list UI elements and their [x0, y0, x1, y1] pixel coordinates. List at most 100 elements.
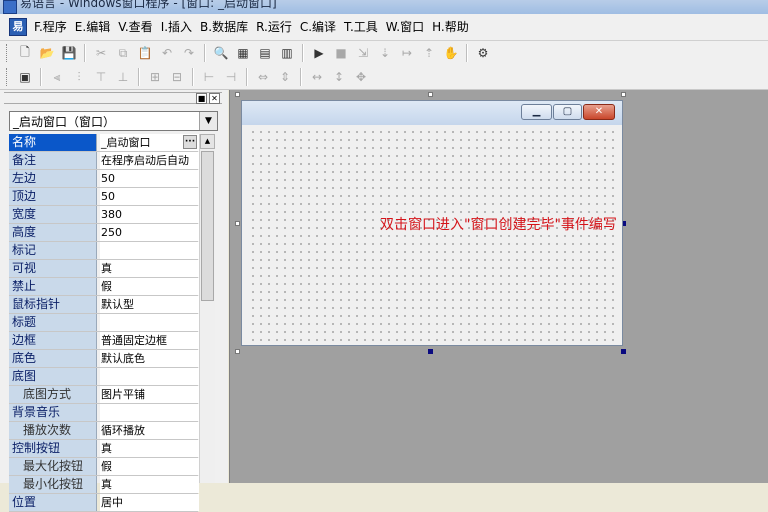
resize-handle[interactable]: [428, 349, 433, 354]
design-form[interactable]: ▁ ▢ ✕ 双击窗口进入"窗口创建完毕"事件编写: [241, 100, 623, 346]
debug-icon[interactable]: ⚙: [475, 45, 491, 61]
scroll-thumb[interactable]: [201, 151, 214, 301]
align-center-icon[interactable]: ⫶: [71, 69, 87, 85]
property-value[interactable]: [100, 368, 199, 385]
property-scrollbar[interactable]: ▲: [199, 134, 215, 483]
property-value[interactable]: 居中: [100, 494, 199, 511]
run-icon[interactable]: ▶: [311, 45, 327, 61]
property-value[interactable]: 普通固定边框: [100, 332, 199, 349]
undo-icon[interactable]: ↶: [159, 45, 175, 61]
property-row[interactable]: 最小化按钮真: [9, 476, 199, 494]
menu-item-2[interactable]: V.查看: [114, 14, 156, 40]
property-value[interactable]: 默认底色: [100, 350, 199, 367]
copy-icon[interactable]: ⧉: [115, 45, 131, 61]
property-value[interactable]: [100, 404, 199, 421]
redo-icon[interactable]: ↷: [181, 45, 197, 61]
property-value[interactable]: 默认型: [100, 296, 199, 313]
layout-3-icon[interactable]: ▥: [279, 45, 295, 61]
toolbar-grip[interactable]: [6, 44, 10, 62]
property-value[interactable]: 380: [100, 206, 199, 223]
property-row[interactable]: 备注 在程序启动后自动: [9, 152, 199, 170]
property-row[interactable]: 底图: [9, 368, 199, 386]
align-middle-icon[interactable]: ⊥: [115, 69, 131, 85]
v-space-icon[interactable]: ⇕: [277, 69, 293, 85]
layout-2-icon[interactable]: ▤: [257, 45, 273, 61]
toolbar-grip[interactable]: [6, 68, 10, 86]
maximize-button[interactable]: ▢: [553, 104, 582, 120]
ellipsis-button[interactable]: ···: [183, 135, 197, 149]
step-4-icon[interactable]: ⇡: [421, 45, 437, 61]
property-row[interactable]: 左边 50: [9, 170, 199, 188]
paste-icon[interactable]: 📋: [137, 45, 153, 61]
property-row[interactable]: 底图方式 图片平铺: [9, 386, 199, 404]
new-file-icon[interactable]: 🗋: [17, 45, 33, 61]
stop-icon[interactable]: ■: [333, 45, 349, 61]
property-row[interactable]: 标题: [9, 314, 199, 332]
menu-item-0[interactable]: F.程序: [30, 14, 71, 40]
same-height-icon[interactable]: ⊣: [223, 69, 239, 85]
property-row[interactable]: 高度 250: [9, 224, 199, 242]
align-top-icon[interactable]: ⊤: [93, 69, 109, 85]
height-icon[interactable]: ↕: [331, 69, 347, 85]
property-value[interactable]: [100, 242, 199, 259]
layout-1-icon[interactable]: ▦: [235, 45, 251, 61]
property-row[interactable]: 播放次数 循环播放: [9, 422, 199, 440]
property-row[interactable]: 名称 _启动窗口 ···: [9, 134, 199, 152]
resize-handle[interactable]: [621, 92, 626, 97]
property-row[interactable]: 宽度 380: [9, 206, 199, 224]
menu-item-3[interactable]: I.插入: [157, 14, 196, 40]
logo-icon[interactable]: 易: [9, 18, 27, 36]
width-icon[interactable]: ↔: [309, 69, 325, 85]
close-icon[interactable]: ✕: [209, 93, 220, 104]
h-center-icon[interactable]: ⊞: [147, 69, 163, 85]
menu-item-1[interactable]: E.编辑: [71, 14, 114, 40]
property-value[interactable]: 50: [100, 188, 199, 205]
size-icon[interactable]: ✥: [353, 69, 369, 85]
form-client-area[interactable]: 双击窗口进入"窗口创建完毕"事件编写: [246, 125, 618, 342]
resize-handle[interactable]: [621, 349, 626, 354]
property-value[interactable]: 真: [100, 260, 199, 277]
menu-item-4[interactable]: B.数据库: [196, 14, 252, 40]
menu-item-8[interactable]: W.窗口: [382, 14, 428, 40]
find-icon[interactable]: 🔍: [213, 45, 229, 61]
property-value[interactable]: 50: [100, 170, 199, 187]
v-center-icon[interactable]: ⊟: [169, 69, 185, 85]
h-space-icon[interactable]: ⇔: [255, 69, 271, 85]
close-button[interactable]: ✕: [583, 104, 615, 120]
resize-handle[interactable]: [235, 221, 240, 226]
object-selector[interactable]: _启动窗口（窗口） ▼: [9, 111, 218, 131]
menu-item-6[interactable]: C.编译: [296, 14, 340, 40]
property-value[interactable]: 假: [100, 278, 199, 295]
menu-item-5[interactable]: R.运行: [252, 14, 296, 40]
property-row[interactable]: 位置 居中: [9, 494, 199, 512]
property-value[interactable]: 假: [100, 458, 199, 475]
designer-workspace[interactable]: ▁ ▢ ✕ 双击窗口进入"窗口创建完毕"事件编写: [229, 90, 768, 483]
property-row[interactable]: 禁止假: [9, 278, 199, 296]
property-value[interactable]: 250: [100, 224, 199, 241]
resize-handle[interactable]: [235, 92, 240, 97]
menu-item-7[interactable]: T.工具: [340, 14, 382, 40]
menu-item-9[interactable]: H.帮助: [428, 14, 473, 40]
property-row[interactable]: 最大化按钮假: [9, 458, 199, 476]
property-row[interactable]: 顶边 50: [9, 188, 199, 206]
minimize-button[interactable]: ▁: [521, 104, 552, 120]
property-value[interactable]: 图片平铺: [100, 386, 199, 403]
step-2-icon[interactable]: ⇣: [377, 45, 393, 61]
property-value[interactable]: 在程序启动后自动: [100, 152, 199, 169]
property-row[interactable]: 边框 普通固定边框: [9, 332, 199, 350]
pin-icon[interactable]: ■: [196, 93, 207, 104]
same-width-icon[interactable]: ⊢: [201, 69, 217, 85]
property-value[interactable]: 真: [100, 440, 199, 457]
property-row[interactable]: 底色 默认底色: [9, 350, 199, 368]
property-row[interactable]: 控制按钮真: [9, 440, 199, 458]
resize-handle[interactable]: [235, 349, 240, 354]
property-row[interactable]: 鼠标指针 默认型: [9, 296, 199, 314]
property-row[interactable]: 标记: [9, 242, 199, 260]
property-value[interactable]: 真: [100, 476, 199, 493]
chevron-down-icon[interactable]: ▼: [199, 112, 217, 130]
scroll-up-icon[interactable]: ▲: [200, 134, 215, 149]
step-3-icon[interactable]: ↦: [399, 45, 415, 61]
resize-handle[interactable]: [428, 92, 433, 97]
property-value[interactable]: [100, 314, 199, 331]
align-left-icon[interactable]: ⫷: [49, 69, 65, 85]
